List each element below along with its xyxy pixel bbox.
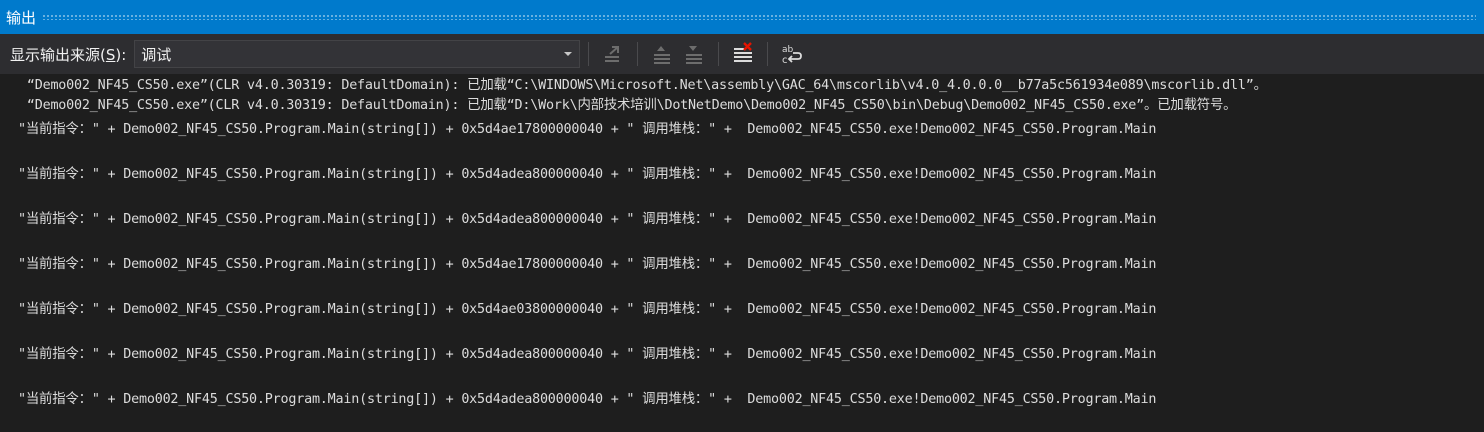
- output-line: “Demo002_NF45_CS50.exe”(CLR v4.0.30319: …: [19, 98, 1237, 113]
- vertical-scrollbar[interactable]: [1480, 74, 1484, 432]
- output-source-value: 调试: [141, 45, 172, 64]
- output-line: "当前指令：" + Demo002_NF45_CS50.Program.Main…: [18, 257, 1157, 272]
- output-source-dropdown[interactable]: 调试: [134, 40, 581, 68]
- toolbar-separator: [767, 42, 769, 66]
- source-label-suffix: ):: [115, 45, 127, 64]
- toolbar-separator: [588, 42, 590, 66]
- titlebar-grip: [42, 14, 1476, 20]
- output-line: "当前指令：" + Demo002_NF45_CS50.Program.Main…: [18, 212, 1157, 227]
- svg-text:c: c: [782, 55, 788, 66]
- svg-text:ab: ab: [782, 45, 794, 55]
- output-line: "当前指令：" + Demo002_NF45_CS50.Program.Main…: [18, 167, 1157, 182]
- output-text-area[interactable]: “Demo002_NF45_CS50.exe”(CLR v4.0.30319: …: [0, 74, 1484, 432]
- goto-code-icon: [605, 46, 620, 62]
- panel-title: 输出: [6, 8, 37, 27]
- next-message-button[interactable]: [680, 40, 708, 68]
- source-label: 显示输出来源(S):: [0, 44, 134, 65]
- toggle-word-wrap-button[interactable]: ab c: [778, 40, 806, 68]
- output-line: "当前指令：" + Demo002_NF45_CS50.Program.Main…: [18, 347, 1157, 362]
- toolbar-separator: [718, 42, 720, 66]
- toolbar-separator: [637, 42, 639, 66]
- prev-message-icon: [654, 46, 671, 64]
- output-panel-titlebar[interactable]: 输出: [0, 0, 1484, 34]
- chevron-down-icon[interactable]: [557, 41, 579, 67]
- source-label-accelerator: S: [105, 45, 116, 64]
- output-window: 输出 显示输出来源(S): 调试 ab c “Demo002_NF45_CS50…: [0, 0, 1484, 432]
- output-toolbar: 显示输出来源(S): 调试 ab c: [0, 34, 1484, 74]
- output-line: "当前指令：" + Demo002_NF45_CS50.Program.Main…: [18, 302, 1157, 317]
- previous-message-button[interactable]: [648, 40, 676, 68]
- source-label-prefix: 显示输出来源(: [10, 45, 106, 64]
- word-wrap-icon: ab c: [782, 45, 803, 66]
- output-line: "当前指令：" + Demo002_NF45_CS50.Program.Main…: [18, 122, 1157, 137]
- next-message-icon: [686, 46, 703, 64]
- clear-all-button[interactable]: [729, 40, 757, 68]
- find-message-in-code-button[interactable]: [599, 40, 627, 68]
- output-line: “Demo002_NF45_CS50.exe”(CLR v4.0.30319: …: [19, 78, 1267, 93]
- output-line: "当前指令：" + Demo002_NF45_CS50.Program.Main…: [18, 392, 1157, 407]
- clear-all-icon: [734, 42, 753, 62]
